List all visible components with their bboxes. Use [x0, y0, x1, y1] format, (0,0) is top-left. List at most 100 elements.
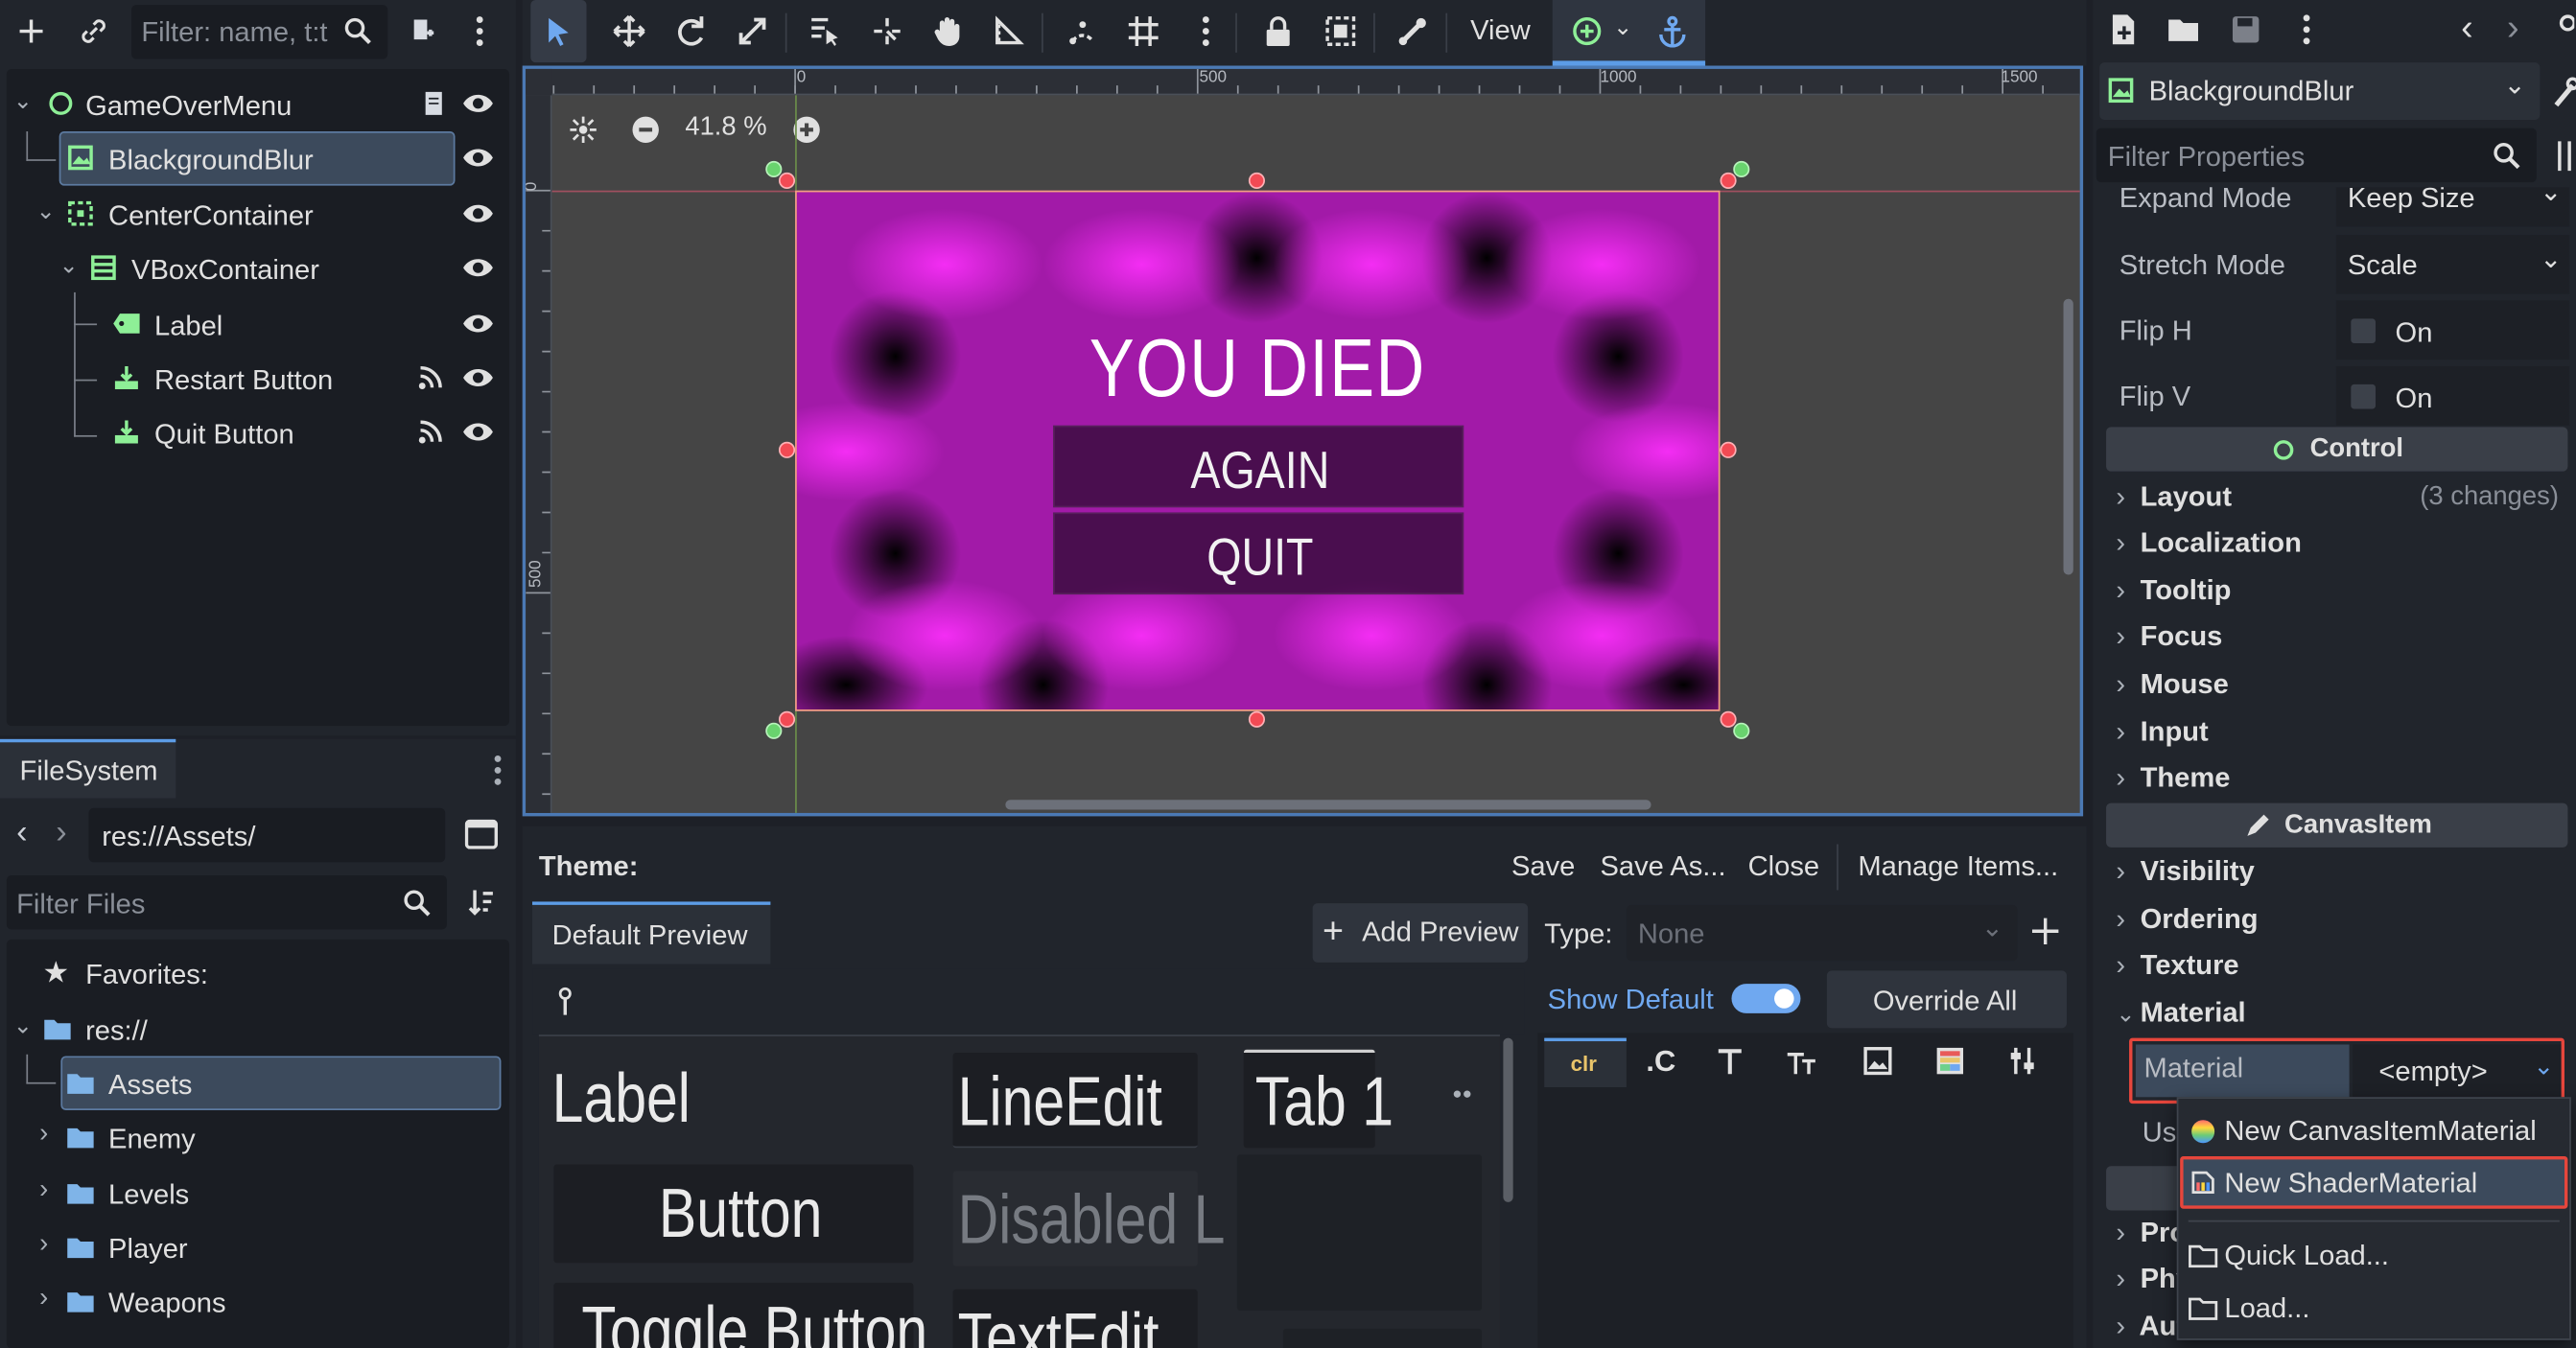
icon-tab-icon[interactable]	[1860, 1043, 1896, 1080]
zoom-level[interactable]: 41.8 %	[685, 113, 766, 143]
menu-item-new-canvasitemmaterial[interactable]: New CanvasItemMaterial	[2182, 1105, 2566, 1154]
category-tooltip[interactable]: › Tooltip	[2116, 575, 2231, 608]
more-options-icon[interactable]	[2293, 10, 2319, 49]
new-resource-icon[interactable]	[2106, 10, 2143, 49]
tree-item-label[interactable]: Label	[10, 297, 503, 352]
favorites-header[interactable]: ★ Favorites:	[10, 946, 503, 1001]
move-tool-icon[interactable]	[599, 0, 659, 62]
flip-v-checkbox[interactable]	[2351, 383, 2376, 409]
select-tool-icon[interactable]	[529, 0, 589, 62]
category-localization[interactable]: › Localization	[2116, 527, 2302, 560]
game-canvas-background-blur[interactable]: YOU DIED AGAIN QUIT	[795, 190, 1721, 711]
type-select[interactable]: None ⌄	[1626, 904, 2018, 962]
zoom-in-icon[interactable]	[788, 111, 825, 148]
category-focus[interactable]: › Focus	[2116, 621, 2222, 654]
category-layout[interactable]: › Layout	[2116, 481, 2232, 514]
category-auto-translate[interactable]: › Aut	[2116, 1311, 2186, 1343]
scene-filter-input[interactable]: Filter: name, t:t	[131, 5, 388, 59]
folder-levels[interactable]: › Levels	[10, 1166, 503, 1220]
game-again-button[interactable]: AGAIN	[1053, 425, 1464, 508]
preview-tab[interactable]: Tab 1	[1243, 1049, 1393, 1149]
tree-item-vboxcontainer[interactable]: ⌄ VBoxContainer	[10, 242, 503, 296]
theme-save-button[interactable]: Save	[1511, 850, 1575, 883]
add-anchor-icon[interactable]	[1557, 0, 1617, 62]
tree-item-blackgroundblur[interactable]: BlackgroundBlur	[10, 131, 503, 186]
path-input[interactable]: res://Assets/	[88, 807, 446, 863]
folder-res[interactable]: ⌄ res://	[10, 1002, 503, 1057]
visibility-eye-icon[interactable]	[460, 251, 497, 284]
split-view-icon[interactable]	[463, 816, 500, 852]
inspector-options-icon[interactable]	[2553, 138, 2576, 174]
visibility-eye-icon[interactable]	[460, 198, 497, 230]
anchor-icon[interactable]	[1643, 0, 1702, 62]
rotate-tool-icon[interactable]	[662, 0, 721, 62]
preview-scrollbar[interactable]	[1503, 1037, 1513, 1202]
resize-handle-right[interactable]	[1720, 441, 1737, 458]
forward-arrow-icon[interactable]: ›	[56, 815, 66, 852]
tool-icon[interactable]	[2553, 72, 2576, 111]
anchor-handle-bottom-left[interactable]	[765, 722, 783, 739]
skeleton-bone-icon[interactable]	[1383, 0, 1442, 62]
attach-script-icon[interactable]	[401, 10, 444, 53]
preview-textedit[interactable]: TextEdit	[952, 1289, 1198, 1348]
history-forward-icon[interactable]: ›	[2507, 7, 2519, 50]
link-icon[interactable]	[72, 10, 115, 53]
category-texture[interactable]: › Texture	[2116, 949, 2238, 982]
default-preview-tab[interactable]: Default Preview	[532, 901, 771, 965]
group-icon[interactable]	[1311, 0, 1370, 62]
grid-snap-icon[interactable]	[1113, 0, 1173, 62]
game-quit-button[interactable]: QUIT	[1053, 512, 1464, 595]
save-icon[interactable]	[2228, 10, 2264, 49]
category-visibility[interactable]: › Visibility	[2116, 855, 2254, 888]
inspector-object-selector[interactable]: BlackgroundBlur ⌄	[2099, 62, 2541, 121]
folder-enemy[interactable]: › Enemy	[10, 1110, 503, 1165]
script-icon[interactable]	[417, 87, 450, 120]
tree-item-centercontainer[interactable]: ⌄ CenterContainer	[10, 187, 503, 242]
scale-tool-icon[interactable]	[723, 0, 783, 62]
signal-icon[interactable]	[414, 415, 447, 448]
add-preview-button[interactable]: + Add Preview	[1312, 903, 1529, 963]
folder-weapons[interactable]: › Weapons	[10, 1274, 503, 1329]
resize-handle-top-left[interactable]	[778, 172, 796, 189]
category-theme[interactable]: › Theme	[2116, 762, 2230, 795]
more-options-icon[interactable]	[463, 10, 496, 53]
theme-save-as-button[interactable]: Save As...	[1600, 850, 1725, 883]
filter-files-input[interactable]: Filter Files	[6, 875, 447, 930]
category-mouse[interactable]: › Mouse	[2116, 668, 2228, 701]
flip-h-checkbox[interactable]	[2351, 318, 2376, 344]
font-tab-icon[interactable]	[1712, 1043, 1748, 1080]
visibility-eye-icon[interactable]	[460, 141, 497, 174]
object-history-icon[interactable]	[2550, 10, 2576, 49]
canvasitem-section-header[interactable]: CanvasItem	[2106, 802, 2568, 848]
category-ordering[interactable]: › Ordering	[2116, 903, 2258, 936]
visibility-eye-icon[interactable]	[460, 307, 497, 339]
add-type-icon[interactable]	[2027, 913, 2064, 949]
pan-tool-icon[interactable]	[919, 0, 978, 62]
back-arrow-icon[interactable]: ‹	[16, 815, 27, 852]
menu-item-load[interactable]: Load...	[2182, 1283, 2566, 1332]
control-section-header[interactable]: Control	[2106, 427, 2568, 472]
anchor-handle-bottom-right[interactable]	[1733, 722, 1750, 739]
anchor-handle-top-left[interactable]	[765, 160, 783, 178]
zoom-out-icon[interactable]	[627, 111, 664, 148]
ruler-tool-icon[interactable]	[979, 0, 1039, 62]
signal-icon[interactable]	[414, 361, 447, 394]
center-view-icon[interactable]	[565, 111, 601, 148]
visibility-eye-icon[interactable]	[460, 361, 497, 394]
show-default-toggle[interactable]	[1731, 984, 1801, 1013]
visibility-eye-icon[interactable]	[460, 415, 497, 448]
resize-handle-left[interactable]	[778, 441, 796, 458]
viewport-vertical-scrollbar[interactable]	[2063, 298, 2073, 575]
tab-menu-icon[interactable]: ●●	[1452, 1085, 1472, 1104]
category-input[interactable]: › Input	[2116, 716, 2208, 749]
resize-handle-bottom-left[interactable]	[778, 710, 796, 728]
more-options-icon[interactable]	[486, 749, 509, 792]
folder-assets[interactable]: Assets	[10, 1056, 503, 1110]
preview-button[interactable]: Button	[553, 1164, 914, 1264]
menu-item-new-shadermaterial[interactable]: New ShaderMaterial	[2180, 1155, 2568, 1209]
tree-item-restart-button[interactable]: Restart Button	[10, 352, 503, 407]
filesystem-tab[interactable]: FileSystem	[0, 738, 176, 799]
sort-icon[interactable]	[463, 884, 500, 920]
resize-handle-top[interactable]	[1248, 172, 1266, 189]
stylebox-tab-icon[interactable]	[1932, 1043, 1968, 1080]
